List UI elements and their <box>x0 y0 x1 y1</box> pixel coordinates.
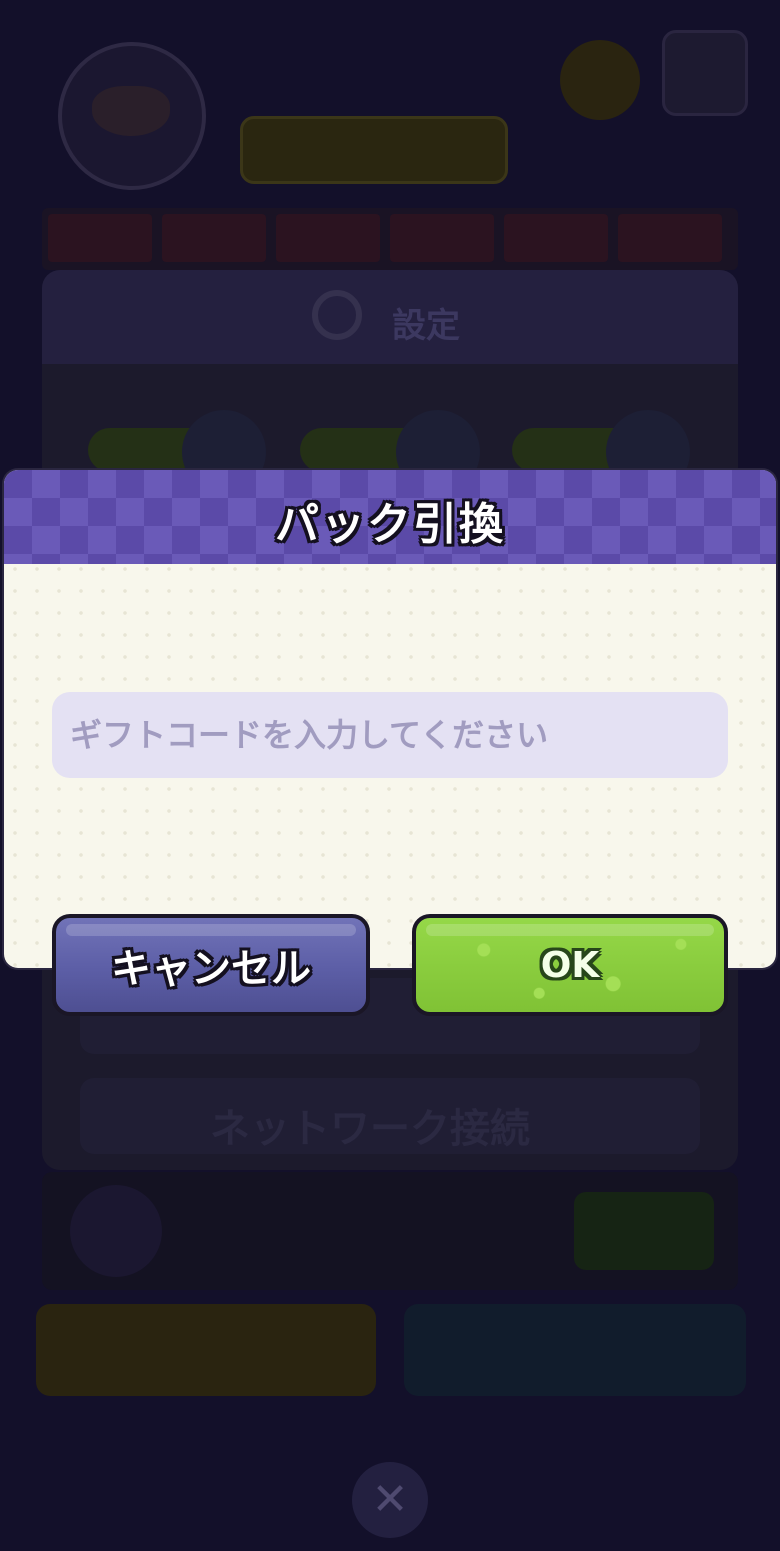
avatar-face-icon <box>92 86 170 136</box>
ok-button[interactable]: OK <box>412 914 728 1016</box>
cancel-button-label: キャンセル <box>111 946 311 992</box>
dialog-header: パック引換 <box>4 470 776 564</box>
level-cell <box>48 214 152 262</box>
profile-icon <box>70 1185 162 1277</box>
ok-button-label: OK <box>540 944 600 986</box>
trophy-icon <box>560 40 640 120</box>
gift-icon <box>662 30 748 116</box>
right-footer-button-bg <box>404 1304 746 1396</box>
dialog-title: パック引換 <box>275 499 505 550</box>
cancel-button[interactable]: キャンセル <box>52 914 370 1016</box>
gift-code-dialog: パック引換 <box>4 470 776 968</box>
app-screen: 設定 ネットワーク接続 ✕ パック引換 キャンセル OK <box>0 0 780 1551</box>
settings-panel-header <box>42 270 738 364</box>
close-icon: ✕ <box>352 1462 428 1538</box>
settings-title: 設定 <box>392 306 460 346</box>
gear-icon <box>312 290 362 340</box>
rank-badge <box>240 116 508 184</box>
level-cell <box>618 214 722 262</box>
left-footer-button-bg <box>36 1304 376 1396</box>
gift-code-input[interactable] <box>52 692 728 778</box>
player-avatar <box>58 42 206 190</box>
network-row-label: ネットワーク接続 <box>210 1106 530 1152</box>
level-cell <box>276 214 380 262</box>
level-cell <box>390 214 494 262</box>
level-cell <box>162 214 266 262</box>
level-cell <box>504 214 608 262</box>
copy-button-bg <box>574 1192 714 1270</box>
